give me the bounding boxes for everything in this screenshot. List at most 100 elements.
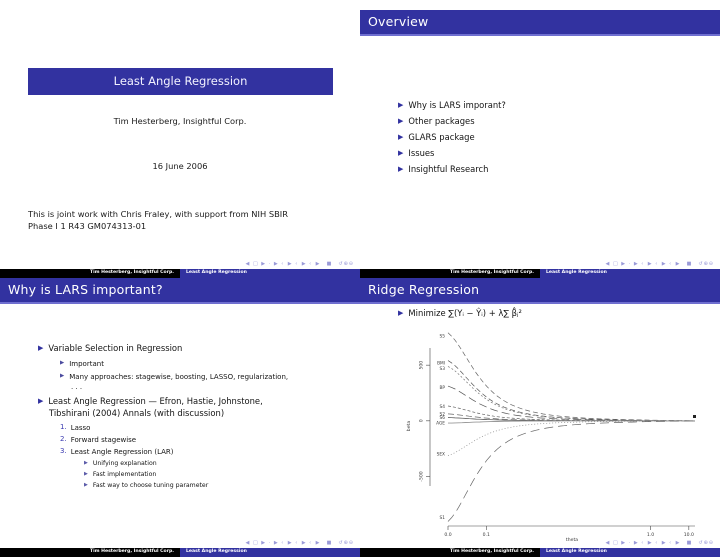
x-tick-label: 1.0 xyxy=(647,532,654,538)
numbered-item[interactable]: 3. Least Angle Regression (LAR) xyxy=(60,447,348,457)
list-item[interactable]: ▶ Least Angle Regression — Efron, Hastie… xyxy=(38,396,348,407)
frame-title-bar: Overview xyxy=(360,10,720,36)
x-axis-label: theta xyxy=(566,537,578,543)
convergence-point xyxy=(693,415,696,418)
variable-selection-label: Variable Selection in Regression xyxy=(48,343,183,353)
list-item[interactable]: ▶ Important xyxy=(60,359,348,369)
frame-title-bar: Ridge Regression xyxy=(360,278,720,304)
title-underline xyxy=(360,34,720,36)
bullet-triangle-icon: ▶ xyxy=(84,471,88,477)
presentation-author: Tim Hesterberg, Insightful Corp. xyxy=(113,116,247,126)
x-axis-ticks: 0.0 0.1 1.0 10.0 xyxy=(444,526,694,538)
slide-footer: Tim Hesterberg, Insightful Corp. Least A… xyxy=(360,548,720,557)
footer-author-cell: Tim Hesterberg, Insightful Corp. xyxy=(0,548,180,557)
enum-label: Lasso xyxy=(70,424,91,432)
list-item-continuation: Tibshirani (2004) Annals (with discussio… xyxy=(49,408,348,419)
series-path-s3 xyxy=(447,366,695,422)
ridge-formula-list: ▶ Minimize ∑(Yᵢ − Ŷᵢ) + λ∑ β̂ⱼ² xyxy=(398,308,698,323)
series-label-bp: BP xyxy=(439,385,445,391)
minimize-formula: Minimize ∑(Yᵢ − Ŷᵢ) + λ∑ β̂ⱼ² xyxy=(408,308,521,318)
enum-label: Least Angle Regression (LAR) xyxy=(70,448,174,456)
slide-title: Least Angle Regression Tim Hesterberg, I… xyxy=(0,0,360,278)
footer-author: Tim Hesterberg, Insightful Corp. xyxy=(450,270,534,275)
list-item[interactable]: ▶ Insightful Research xyxy=(398,164,698,175)
x-tick-label: 0.1 xyxy=(483,532,490,538)
lar-citation-line1: Least Angle Regression — Efron, Hastie, … xyxy=(48,396,263,406)
overview-item-label: Other packages xyxy=(408,116,475,126)
enum-marker: 3. xyxy=(60,447,67,455)
formula-prefix: Minimize xyxy=(408,308,446,318)
footer-title-cell: Least Angle Regression xyxy=(180,269,360,278)
overview-item-label: Insightful Research xyxy=(408,164,489,174)
footer-title-cell: Least Angle Regression xyxy=(540,548,720,557)
numbered-item[interactable]: 2. Forward stagewise xyxy=(60,435,348,445)
series-label-bmi: BMI xyxy=(437,360,445,366)
bullet-triangle-icon: ▶ xyxy=(38,397,44,405)
slide-ridge-regression: Ridge Regression ▶ Minimize ∑(Yᵢ − Ŷᵢ) +… xyxy=(360,278,720,557)
footer-author: Tim Hesterberg, Insightful Corp. xyxy=(90,549,174,554)
series-path-bp xyxy=(447,385,695,422)
slide-overview: Overview ▶ Why is LARS imporant? ▶ Other… xyxy=(360,0,720,278)
slide-grid: Least Angle Regression Tim Hesterberg, I… xyxy=(0,0,720,557)
bullet-triangle-icon: ▶ xyxy=(84,460,88,466)
footer-author: Tim Hesterberg, Insightful Corp. xyxy=(450,549,534,554)
series-label-s4: S4 xyxy=(440,404,446,410)
enum-label: Forward stagewise xyxy=(70,436,137,444)
list-item-continuation: . . . xyxy=(71,382,348,392)
slide-footer: Tim Hesterberg, Insightful Corp. Least A… xyxy=(0,548,360,557)
beamer-nav-symbols[interactable]: ◀ □ ▶ · ▶ ‹ ▶ ‹ ▶ ‹ ▶ ■ ↺⊕⊖ xyxy=(606,261,714,267)
list-item[interactable]: ▶ GLARS package xyxy=(398,132,698,143)
ridge-chart-svg: 0.0 0.1 1.0 10.0 theta 5000-500 beta S5BMIS… xyxy=(406,332,696,543)
footer-title-cell: Least Angle Regression xyxy=(540,269,720,278)
ridge-path-chart: 0.0 0.1 1.0 10.0 theta 500 0 -500 beta S5 BMI S… xyxy=(390,326,712,544)
footer-title: Least Angle Regression xyxy=(546,270,607,275)
footer-author-cell: Tim Hesterberg, Insightful Corp. xyxy=(0,269,180,278)
y-axis-ticks: 500 0 -500 xyxy=(419,361,430,482)
y-tick-label: 0 xyxy=(419,419,425,422)
list-item[interactable]: ▶ Why is LARS imporant? xyxy=(398,100,698,111)
sub-item-label: Many approaches: stagewise, boosting, LA… xyxy=(69,373,289,381)
list-item[interactable]: ▶ Many approaches: stagewise, boosting, … xyxy=(60,372,348,382)
x-tick-label: 10.0 xyxy=(684,532,694,538)
x-tick-label: 0.0 xyxy=(444,532,451,538)
bullet-triangle-icon: ▶ xyxy=(38,344,44,352)
numbered-item[interactable]: 1. Lasso xyxy=(60,423,348,433)
y-tick-label: -500 xyxy=(419,471,425,482)
series-label-s1: S1 xyxy=(440,515,446,521)
beamer-nav-symbols[interactable]: ◀ □ ▶ · ▶ ‹ ▶ ‹ ▶ ‹ ▶ ■ ↺⊕⊖ xyxy=(246,261,354,267)
chart-series-group xyxy=(447,332,696,522)
beamer-nav-symbols[interactable]: ◀ □ ▶ · ▶ ‹ ▶ ‹ ▶ ‹ ▶ ■ ↺⊕⊖ xyxy=(606,540,714,546)
footer-author-cell: Tim Hesterberg, Insightful Corp. xyxy=(360,548,540,557)
series-label-age: AGE xyxy=(436,421,445,427)
list-item[interactable]: ▶ Issues xyxy=(398,148,698,159)
list-item[interactable]: ▶ Fast implementation xyxy=(84,470,348,479)
presentation-title-box: Least Angle Regression xyxy=(28,68,333,95)
sub-item-label: Important xyxy=(69,360,104,368)
list-item[interactable]: ▶ Other packages xyxy=(398,116,698,127)
lar-feature-label: Fast way to choose tuning parameter xyxy=(92,482,209,489)
footer-author-cell: Tim Hesterberg, Insightful Corp. xyxy=(360,269,540,278)
list-item[interactable]: ▶ Fast way to choose tuning parameter xyxy=(84,481,348,490)
presentation-title: Least Angle Regression xyxy=(113,74,248,88)
bullet-triangle-icon: ▶ xyxy=(60,360,65,366)
series-label-s3: S3 xyxy=(440,366,446,372)
title-underline xyxy=(0,302,360,304)
list-item[interactable]: ▶ Variable Selection in Regression xyxy=(38,343,348,354)
why-lars-list: ▶ Variable Selection in Regression ▶ Imp… xyxy=(38,343,348,492)
series-path-bmi xyxy=(447,360,695,422)
bullet-triangle-icon: ▶ xyxy=(398,101,404,109)
frame-title: Why is LARS important? xyxy=(8,282,163,297)
beamer-nav-symbols[interactable]: ◀ □ ▶ · ▶ ‹ ▶ ‹ ▶ ‹ ▶ ■ ↺⊕⊖ xyxy=(246,540,354,546)
frame-title-bar: Why is LARS important? xyxy=(0,278,360,304)
bullet-triangle-icon: ▶ xyxy=(398,149,404,157)
list-item[interactable]: ▶ Unifying explanation xyxy=(84,459,348,468)
enum-marker: 1. xyxy=(60,423,67,431)
footer-title: Least Angle Regression xyxy=(186,270,247,275)
footer-title: Least Angle Regression xyxy=(546,549,607,554)
formula-body: ∑(Yᵢ − Ŷᵢ) + λ∑ β̂ⱼ² xyxy=(448,308,522,318)
series-path-s5 xyxy=(447,332,695,422)
funding-note-line2: Phase I 1 R43 GM074313-01 xyxy=(28,221,147,231)
overview-item-label: GLARS package xyxy=(408,132,475,142)
bullet-triangle-icon: ▶ xyxy=(398,117,404,125)
y-axis-label: beta xyxy=(406,421,412,432)
